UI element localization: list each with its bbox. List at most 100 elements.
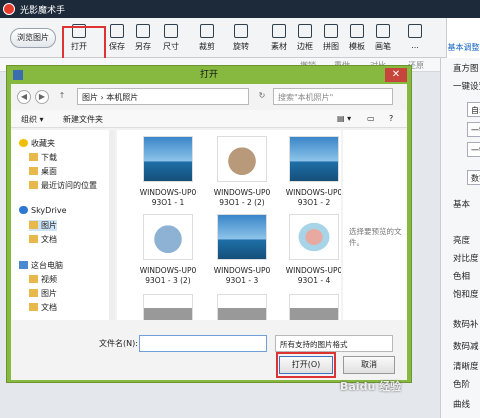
preview-pane: 选择要预览的文件。 [343, 130, 407, 320]
rotate-icon [234, 24, 248, 38]
right-panel-item[interactable]: 直方图 [453, 62, 479, 74]
resize-icon [164, 24, 178, 38]
right-panel-item[interactable]: 一键设置 [453, 80, 480, 92]
file-thumbnail[interactable] [143, 214, 193, 260]
nav-item[interactable]: 图片 [29, 288, 57, 299]
file-thumbnail[interactable] [217, 136, 267, 182]
toolbar-label: 旋转 [233, 42, 249, 51]
preview-pane-icon[interactable]: ▭ [367, 114, 375, 123]
app-titlebar: 光影魔术手 [0, 0, 480, 18]
folder-icon [29, 167, 38, 175]
right-panel-item[interactable]: 曲线 [453, 398, 470, 410]
cancel-button[interactable]: 取消 [343, 356, 395, 374]
right-panel-item[interactable]: 一键 [467, 122, 480, 137]
open-button[interactable]: 打开(O) [279, 356, 333, 374]
toolbar-material-button[interactable]: 素材 [266, 22, 292, 54]
file-thumbnail[interactable] [217, 294, 267, 320]
crop-icon [200, 24, 214, 38]
tab-basic-adjust[interactable]: 基本调整 [446, 18, 480, 58]
toolbar-crop-button[interactable]: 裁剪 [194, 22, 220, 54]
save-as-icon [136, 24, 150, 38]
nav-item-label: SkyDrive [31, 206, 67, 215]
app-title: 光影魔术手 [20, 6, 66, 16]
toolbar-resize-button[interactable]: 尺寸 [158, 22, 184, 54]
nav-item[interactable]: SkyDrive [19, 206, 67, 215]
file-name[interactable]: WINDOWS-UP0 93O1 - 1 [133, 188, 203, 208]
search-input[interactable]: 搜索"本机照片" [273, 88, 393, 105]
filename-label: 文件名(N): [99, 339, 138, 348]
nav-item[interactable]: 文档 [29, 302, 57, 313]
right-panel-item[interactable]: 对比度 [453, 252, 479, 264]
preview-hint: 选择要预览的文件。 [349, 227, 402, 247]
toolbar-border-button[interactable]: 边框 [292, 22, 318, 54]
close-button[interactable]: ✕ [385, 68, 407, 82]
right-panel-item[interactable]: 自动 [467, 102, 480, 117]
right-panel-item[interactable]: 亮度 [453, 234, 470, 246]
file-thumbnail[interactable] [289, 136, 339, 182]
right-panel-item[interactable]: 清晰度 [453, 360, 479, 372]
new-folder-button[interactable]: 新建文件夹 [63, 114, 103, 125]
folder-icon [29, 235, 38, 243]
file-thumbnail[interactable] [143, 294, 193, 320]
help-icon[interactable]: ? [389, 114, 393, 123]
toolbar-more-button[interactable]: ... [402, 22, 428, 54]
right-panel-item[interactable]: 基本 [453, 198, 470, 210]
file-thumbnail[interactable] [289, 294, 339, 320]
right-panel-item[interactable]: 数码减 [453, 340, 479, 352]
toolbar-label: 画笔 [375, 42, 391, 51]
refresh-icon[interactable]: ↻ [255, 90, 269, 104]
toolbar-template-button[interactable]: 模板 [344, 22, 370, 54]
back-icon[interactable]: ◀ [17, 90, 31, 104]
nav-item[interactable]: 下载 [29, 152, 57, 163]
file-thumbnail[interactable] [217, 214, 267, 260]
star-icon [19, 139, 28, 147]
nav-item[interactable]: 文档 [29, 234, 57, 245]
right-panel-item[interactable]: 一键 [467, 142, 480, 157]
view-options-icon[interactable]: ▤ ▾ [337, 114, 351, 123]
file-type-select[interactable]: 所有支持的图片格式 [275, 335, 393, 352]
nav-item[interactable]: 收藏夹 [19, 138, 55, 149]
toolbar-label: 另存 [135, 42, 151, 51]
right-panel-item[interactable]: 数码补 [453, 318, 479, 330]
file-thumbnail[interactable] [289, 214, 339, 260]
nav-item[interactable]: 视频 [29, 274, 57, 285]
filename-input[interactable] [139, 335, 267, 352]
file-name[interactable]: WINDOWS-UP0 93O1 - 2 [279, 188, 341, 208]
toolbar-brush-button[interactable]: 画笔 [370, 22, 396, 54]
nav-item[interactable]: 这台电脑 [19, 260, 63, 271]
toolbar-collage-button[interactable]: 拼图 [318, 22, 344, 54]
file-name[interactable]: WINDOWS-UP0 93O1 - 3 [207, 266, 277, 286]
file-thumbnail[interactable] [143, 136, 193, 182]
toolbar-save-button[interactable]: 保存 [104, 22, 130, 54]
address-bar[interactable]: 图片 › 本机照片 [77, 88, 249, 105]
file-name[interactable]: WINDOWS-UP0 93O1 - 3 (2) [133, 266, 203, 286]
nav-item[interactable]: 最近访问的位置 [29, 180, 97, 191]
file-name[interactable]: WINDOWS-UP0 93O1 - 2 (2) [207, 188, 277, 208]
toolbar-label: 边框 [297, 42, 313, 51]
toolbar-label: 拼图 [323, 42, 339, 51]
nav-item-label: 收藏夹 [31, 139, 55, 148]
right-panel-item[interactable]: 数字点 [467, 170, 480, 185]
browse-images-button[interactable]: 浏览图片 [10, 28, 56, 48]
collage-icon [324, 24, 338, 38]
toolbar-rotate-button[interactable]: 旋转 [228, 22, 254, 54]
right-panel-item[interactable]: 色相 [453, 270, 470, 282]
file-name[interactable]: WINDOWS-UP0 93O1 - 4 [279, 266, 341, 286]
nav-item[interactable]: 图片 [29, 220, 57, 231]
watermark: Baidu 经验 [340, 380, 402, 393]
app-logo-icon [3, 3, 15, 15]
toolbar-save-as-button[interactable]: 另存 [130, 22, 156, 54]
right-panel: 直方图一键设置自动一键一键数字点基本亮度对比度色相饱和度数码补数码减清晰度色阶曲… [440, 58, 480, 418]
right-panel-item[interactable]: 色阶 [453, 378, 470, 390]
nav-item-label: 桌面 [41, 167, 57, 176]
nav-scrollbar[interactable] [109, 130, 115, 320]
save-icon [110, 24, 124, 38]
folder-icon [29, 303, 38, 311]
forward-icon[interactable]: ▶ [35, 90, 49, 104]
pc-icon [19, 261, 28, 269]
open-dialog: 打开 ✕ ◀ ▶ ↑ 图片 › 本机照片 ↻ 搜索"本机照片" 组织 ▾ 新建文… [6, 65, 412, 383]
nav-item[interactable]: 桌面 [29, 166, 57, 177]
right-panel-item[interactable]: 饱和度 [453, 288, 479, 300]
organize-menu[interactable]: 组织 ▾ [21, 114, 44, 125]
up-icon[interactable]: ↑ [55, 90, 69, 104]
